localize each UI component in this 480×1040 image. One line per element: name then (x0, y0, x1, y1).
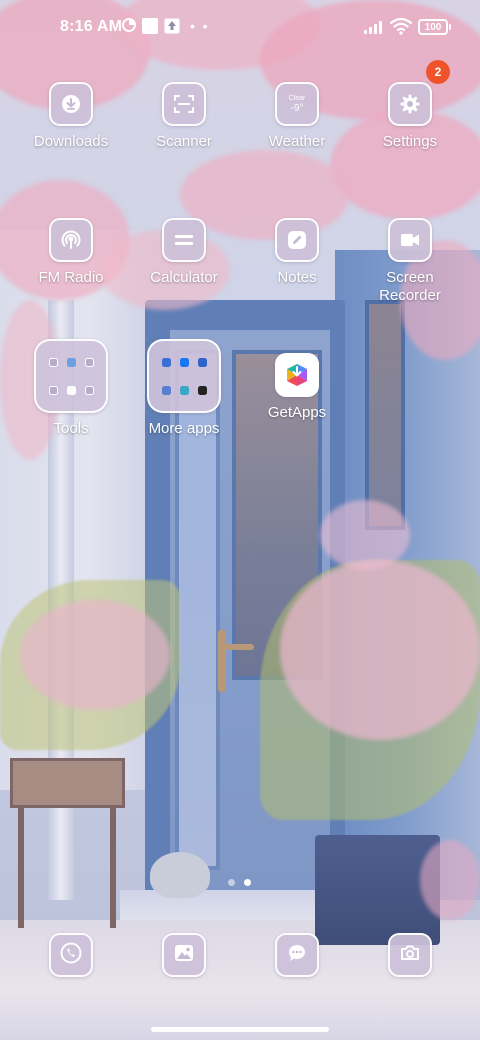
phone-icon (59, 941, 83, 970)
folder-icon (147, 339, 221, 413)
video-camera-icon (388, 218, 432, 262)
app-label: More apps (148, 420, 220, 437)
messages-icon (285, 941, 309, 970)
dock-camera[interactable] (388, 933, 432, 977)
page-dot-2-active[interactable] (244, 879, 251, 886)
pencil-icon (275, 218, 319, 262)
dock-gallery[interactable] (162, 933, 206, 977)
scanner-icon (162, 82, 206, 126)
weather-condition: Clear (288, 94, 306, 102)
app-notes[interactable]: Notes (242, 218, 352, 287)
notification-app-icon (142, 18, 158, 34)
folder-tools[interactable]: Tools (16, 339, 126, 438)
camera-icon (398, 941, 422, 970)
home-gesture-bar[interactable] (151, 1027, 329, 1032)
folder-more-apps[interactable]: More apps (129, 339, 239, 438)
status-bar: 8:16 AM • • 100 (0, 0, 480, 56)
download-icon (49, 82, 93, 126)
app-label: Settings (382, 133, 438, 150)
dock-phone[interactable] (49, 933, 93, 977)
status-time: 8:16 AM (60, 18, 123, 35)
data-saver-icon (122, 18, 136, 32)
upload-notification-icon (164, 18, 180, 34)
app-label: GetApps (267, 404, 327, 421)
battery-level: 100 (424, 21, 442, 33)
signal-icon (364, 20, 382, 34)
gallery-icon (172, 941, 196, 970)
weather-icon: Clear -9° (275, 82, 319, 126)
wallpaper (0, 0, 480, 1040)
app-weather[interactable]: Clear -9° Weather (242, 82, 352, 151)
gear-icon (388, 82, 432, 126)
app-downloads[interactable]: Downloads (16, 82, 126, 151)
weather-temperature: -9° (290, 102, 304, 114)
folder-icon (34, 339, 108, 413)
notification-badge: 2 (426, 60, 450, 84)
app-label: Notes (277, 269, 317, 286)
app-settings[interactable]: Settings (355, 82, 465, 151)
battery-icon: 100 (418, 19, 451, 35)
app-label: FM Radio (38, 269, 104, 286)
dock-messages[interactable] (275, 933, 319, 977)
app-label: Tools (53, 420, 89, 437)
app-label: Screen Recorder (379, 269, 441, 304)
app-label: Calculator (150, 269, 218, 286)
page-dot-1[interactable] (228, 879, 235, 886)
app-fm-radio[interactable]: FM Radio (16, 218, 126, 287)
app-label: Weather (268, 133, 326, 150)
more-notifications-indicator: • • (190, 18, 210, 34)
app-getapps[interactable]: GetApps (242, 353, 352, 422)
app-label: Downloads (33, 133, 109, 150)
app-calculator[interactable]: Calculator (129, 218, 239, 287)
calculator-icon (162, 218, 206, 262)
wifi-icon (390, 17, 412, 35)
app-scanner[interactable]: Scanner (129, 82, 239, 151)
getapps-icon (275, 353, 319, 397)
radio-icon (49, 218, 93, 262)
app-screen-recorder[interactable]: Screen Recorder (355, 218, 465, 305)
app-label: Scanner (156, 133, 212, 150)
